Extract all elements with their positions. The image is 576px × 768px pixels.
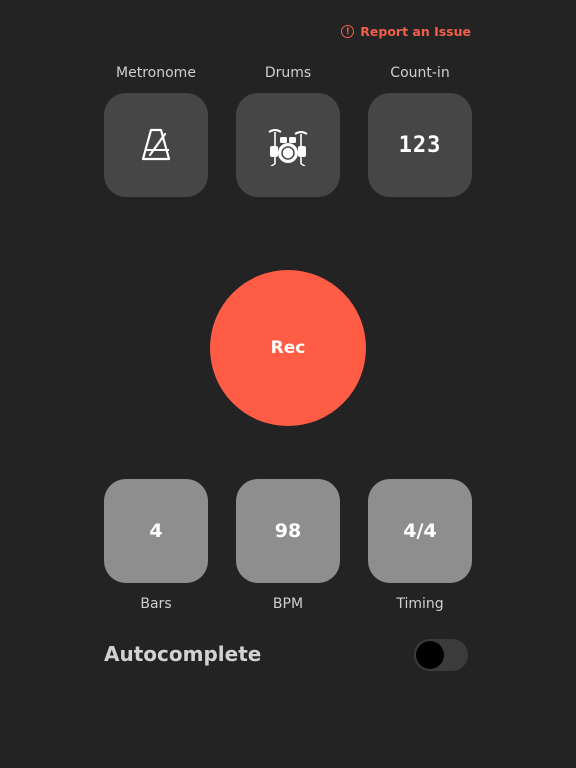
autocomplete-label: Autocomplete [104, 642, 262, 666]
drum-kit-icon [268, 129, 308, 166]
bpm-button[interactable]: 98 [236, 479, 340, 583]
autocomplete-toggle[interactable] [414, 639, 468, 671]
timing-button[interactable]: 4/4 [368, 479, 472, 583]
bars-button[interactable]: 4 [104, 479, 208, 583]
warning-circle-icon: ! [341, 25, 355, 38]
metronome-button[interactable] [104, 93, 208, 197]
drums-button[interactable] [236, 93, 340, 197]
bpm-value: 98 [274, 520, 302, 542]
report-issue-label: Report an Issue [360, 24, 471, 39]
timing-label: Timing [396, 596, 444, 612]
record-label: Rec [270, 338, 306, 358]
count-in-label: Count-in [390, 65, 450, 81]
drums-label: Drums [264, 65, 312, 81]
metronome-icon [141, 128, 171, 161]
timing-value: 4/4 [403, 520, 437, 542]
bars-value: 4 [149, 520, 163, 542]
metronome-label: Metronome [116, 65, 196, 81]
count-in-button[interactable]: 123 [368, 93, 472, 197]
record-button[interactable]: Rec [210, 270, 366, 426]
bars-label: Bars [140, 596, 172, 612]
count-in-value: 123 [398, 132, 442, 158]
bpm-label: BPM [272, 596, 304, 612]
toggle-knob [416, 641, 444, 669]
report-issue-link[interactable]: ! Report an Issue [341, 24, 471, 39]
